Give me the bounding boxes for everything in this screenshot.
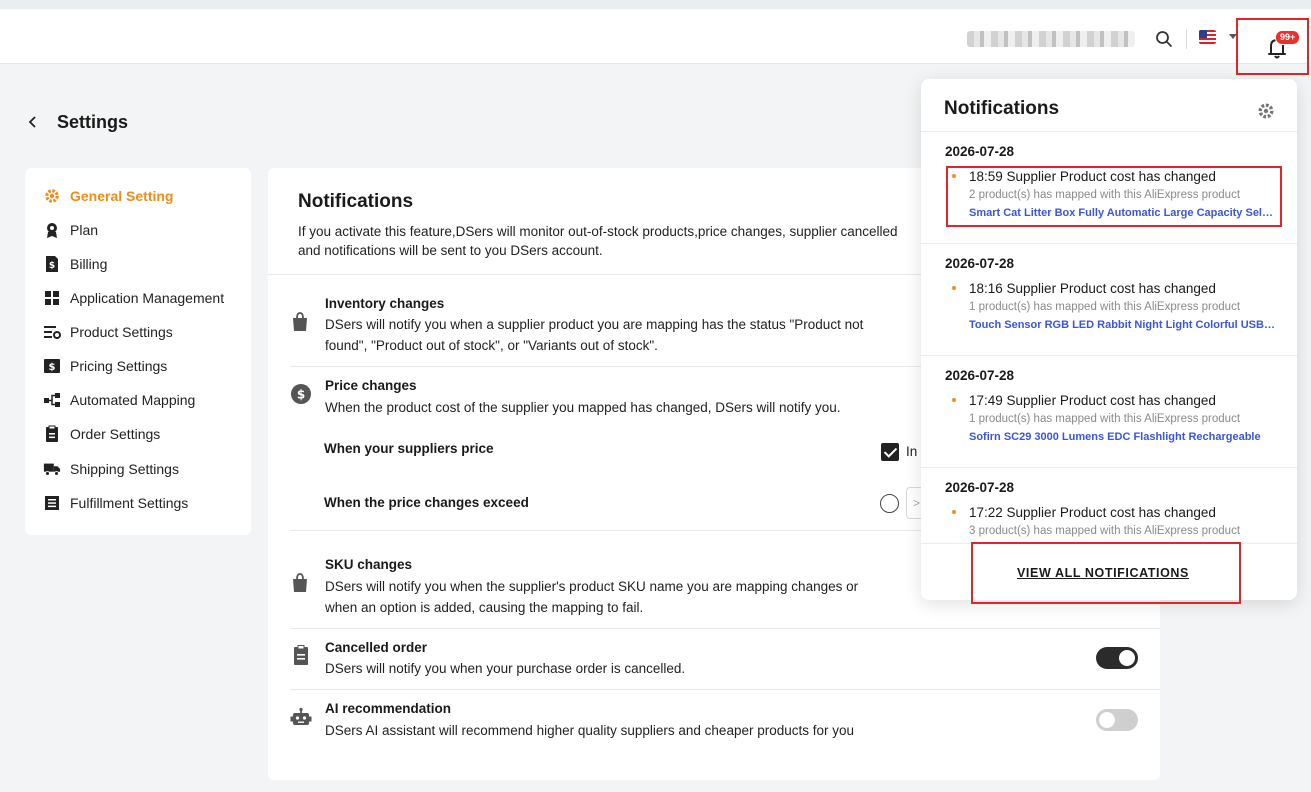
notification-headline: 17:22 Supplier Product cost has changed bbox=[969, 505, 1216, 520]
unread-dot bbox=[952, 286, 956, 290]
svg-text:$: $ bbox=[49, 362, 56, 373]
settings-sidebar: General Setting Plan $ Billing Applicati… bbox=[25, 168, 251, 535]
top-bar: 99+ bbox=[0, 0, 1311, 75]
notification-item[interactable]: 2026-07-28 18:16 Supplier Product cost h… bbox=[921, 244, 1297, 356]
apps-grid-icon bbox=[43, 289, 61, 307]
notification-mapped-count: 3 product(s) has mapped with this AliExp… bbox=[969, 525, 1241, 537]
sidebar-item-application-management[interactable]: Application Management bbox=[43, 286, 224, 310]
notification-headline: 18:16 Supplier Product cost has changed bbox=[969, 281, 1216, 296]
sidebar-item-label: Product Settings bbox=[70, 324, 173, 340]
dollar-circle-icon: $ bbox=[291, 384, 311, 404]
sidebar-item-general-setting[interactable]: General Setting bbox=[43, 184, 173, 208]
product-settings-icon bbox=[43, 323, 61, 341]
divider bbox=[290, 366, 930, 367]
gear-icon[interactable] bbox=[1256, 101, 1276, 121]
cancelled-order-toggle[interactable] bbox=[1096, 647, 1138, 669]
sidebar-item-pricing-settings[interactable]: $ Pricing Settings bbox=[43, 354, 167, 378]
notification-date: 2026-07-28 bbox=[945, 256, 1015, 271]
notification-product-link[interactable]: Touch Sensor RGB LED Rabbit Night Light … bbox=[969, 319, 1275, 331]
divider bbox=[290, 530, 930, 531]
notification-date: 2026-07-28 bbox=[945, 144, 1015, 159]
notification-date: 2026-07-28 bbox=[945, 480, 1015, 495]
price-exceed-label: When the price changes exceed bbox=[324, 495, 529, 510]
sku-changes-text: DSers will notify you when the supplier'… bbox=[325, 579, 859, 615]
sidebar-item-label: Pricing Settings bbox=[70, 358, 168, 374]
cancelled-order-title: Cancelled order bbox=[325, 640, 428, 655]
notification-mapped-count: 1 product(s) has mapped with this AliExp… bbox=[969, 301, 1241, 313]
billing-icon: $ bbox=[43, 255, 61, 273]
price-changes-text: When the product cost of the supplier yo… bbox=[325, 400, 841, 415]
sidebar-item-order-settings[interactable]: Order Settings bbox=[43, 422, 160, 446]
sidebar-item-automated-mapping[interactable]: Automated Mapping bbox=[43, 388, 195, 412]
svg-text:$: $ bbox=[49, 261, 55, 271]
price-increase-checkbox[interactable] bbox=[881, 443, 899, 461]
notification-item[interactable]: 2026-07-28 17:49 Supplier Product cost h… bbox=[921, 356, 1297, 468]
back-arrow-icon[interactable] bbox=[24, 113, 42, 131]
notification-date: 2026-07-28 bbox=[945, 368, 1015, 383]
gear-icon bbox=[43, 187, 61, 205]
sidebar-item-label: Order Settings bbox=[70, 426, 161, 442]
sidebar-item-billing[interactable]: $ Billing bbox=[43, 252, 107, 276]
shopping-bag-icon bbox=[293, 573, 307, 592]
account-name-blurred[interactable] bbox=[967, 31, 1135, 47]
sidebar-item-label: Shipping Settings bbox=[70, 461, 179, 477]
view-all-highlight-box bbox=[971, 542, 1241, 604]
page-title: Settings bbox=[57, 112, 129, 132]
first-notification-highlight-box bbox=[946, 166, 1282, 227]
description-line: and notifications will be sent to you DS… bbox=[298, 243, 603, 258]
sidebar-item-label: General Setting bbox=[70, 188, 174, 204]
price-exceed-radio[interactable] bbox=[880, 494, 899, 513]
toggle-knob bbox=[1099, 712, 1115, 728]
sku-changes-title: SKU changes bbox=[325, 557, 413, 572]
supplier-price-label: When your suppliers price bbox=[324, 441, 494, 456]
sidebar-item-label: Automated Mapping bbox=[70, 392, 196, 408]
notification-item[interactable]: 2026-07-28 17:22 Supplier Product cost h… bbox=[921, 468, 1297, 543]
sidebar-item-shipping-settings[interactable]: Shipping Settings bbox=[43, 457, 179, 481]
list-icon bbox=[43, 494, 61, 512]
sidebar-item-label: Fulfillment Settings bbox=[70, 495, 189, 511]
notification-product-link[interactable]: Sofirn SC29 3000 Lumens EDC Flashlight R… bbox=[969, 431, 1275, 443]
truck-icon bbox=[43, 460, 61, 478]
award-icon bbox=[43, 221, 61, 239]
inventory-changes-title: Inventory changes bbox=[325, 296, 445, 311]
dollar-icon: $ bbox=[43, 357, 61, 375]
section-description: If you activate this feature,DSers will … bbox=[298, 222, 938, 260]
divider bbox=[290, 628, 1160, 629]
price-changes-title: Price changes bbox=[325, 378, 417, 393]
search-icon[interactable] bbox=[1152, 27, 1176, 51]
unread-dot bbox=[952, 510, 956, 514]
notifications-title: Notifications bbox=[944, 98, 1060, 119]
ai-recommendation-text: DSers AI assistant will recommend higher… bbox=[325, 723, 855, 738]
topbar-divider bbox=[1186, 29, 1187, 49]
notification-headline: 17:49 Supplier Product cost has changed bbox=[969, 393, 1216, 408]
clipboard-icon bbox=[43, 425, 61, 443]
sidebar-item-label: Application Management bbox=[70, 290, 225, 306]
svg-text:$: $ bbox=[297, 388, 305, 402]
price-increase-option-label: In bbox=[906, 444, 918, 459]
ai-recommendation-toggle[interactable] bbox=[1096, 709, 1138, 731]
robot-icon bbox=[290, 707, 312, 725]
sidebar-item-label: Billing bbox=[70, 256, 108, 272]
toggle-knob bbox=[1119, 650, 1135, 666]
unread-dot bbox=[952, 398, 956, 402]
clipboard-icon bbox=[294, 645, 308, 665]
sidebar-item-plan[interactable]: Plan bbox=[43, 218, 98, 242]
notifications-dropdown: Notifications 2026-07-28 18:59 Supplier … bbox=[921, 79, 1297, 600]
inventory-changes-text: DSers will notify you when a supplier pr… bbox=[325, 317, 864, 353]
notification-mapped-count: 1 product(s) has mapped with this AliExp… bbox=[969, 413, 1241, 425]
description-line: If you activate this feature,DSers will … bbox=[298, 224, 898, 239]
mapping-icon bbox=[43, 391, 61, 409]
sidebar-item-product-settings[interactable]: Product Settings bbox=[43, 320, 173, 344]
cancelled-order-text: DSers will notify you when your purchase… bbox=[325, 661, 686, 676]
sidebar-item-label: Plan bbox=[70, 222, 99, 238]
section-title: Notifications bbox=[298, 191, 414, 212]
sidebar-item-fulfillment-settings[interactable]: Fulfillment Settings bbox=[43, 491, 188, 515]
ai-recommendation-title: AI recommendation bbox=[325, 701, 452, 716]
notification-count-badge: 99+ bbox=[1275, 30, 1301, 45]
us-flag-icon[interactable] bbox=[1199, 30, 1216, 44]
divider bbox=[290, 689, 1160, 690]
shopping-bag-icon bbox=[293, 312, 307, 331]
